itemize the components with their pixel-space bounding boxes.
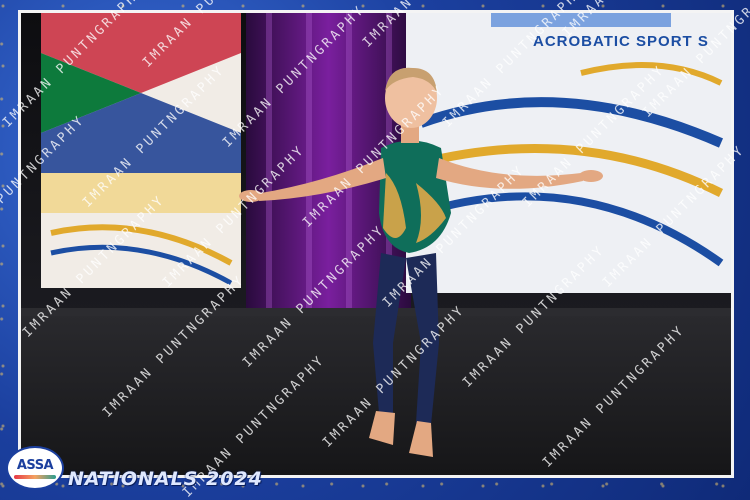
- event-title: NATIONALS 2024: [68, 468, 263, 490]
- logo-text: ASSA: [16, 458, 54, 473]
- logo-swoosh: [14, 475, 56, 479]
- right-banner: [406, 13, 731, 293]
- event-photo: ACROBATIC SPORT S: [18, 10, 734, 478]
- photo-scene: ACROBATIC SPORT S: [21, 13, 731, 475]
- banner-text: ACROBATIC SPORT S: [533, 33, 709, 50]
- photo-frame: ACROBATIC SPORT S PUNTNGRAPHY IMRAAN PUN…: [0, 0, 750, 500]
- assa-logo: ASSA: [6, 446, 64, 490]
- left-banner: [41, 13, 241, 288]
